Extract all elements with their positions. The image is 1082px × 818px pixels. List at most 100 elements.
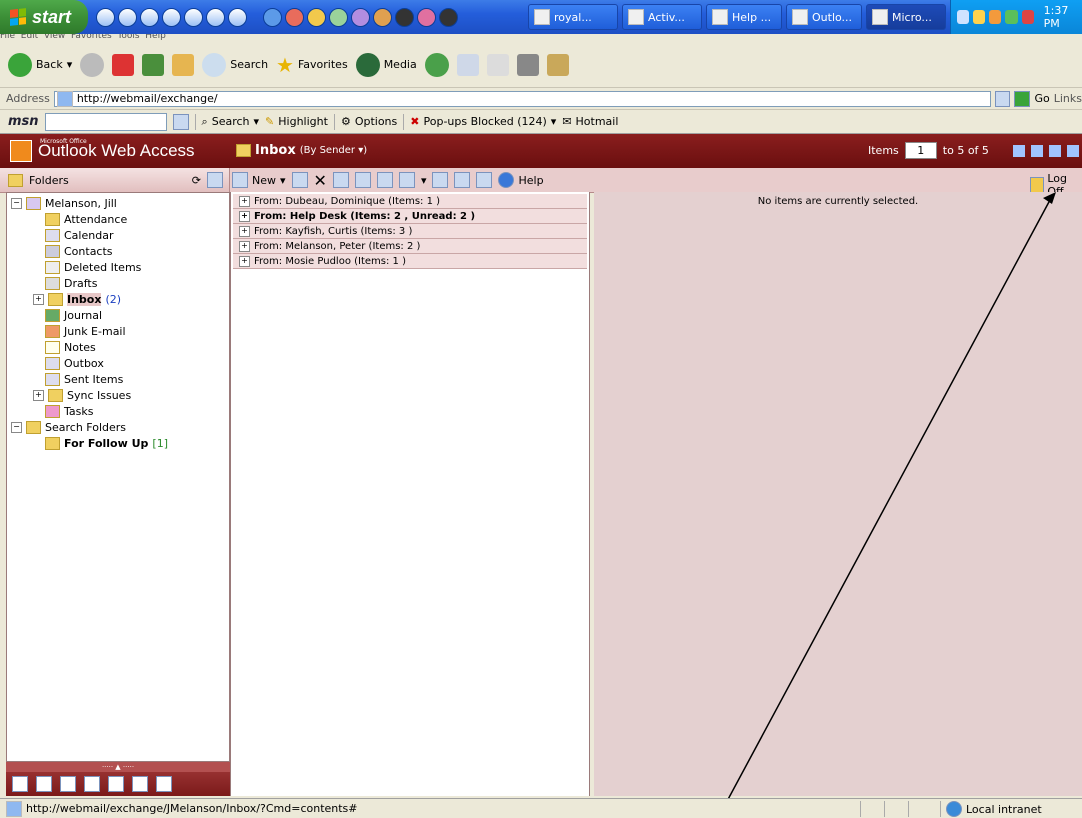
- folder-item[interactable]: Notes: [45, 339, 96, 355]
- check-names-icon[interactable]: [432, 172, 449, 188]
- print-icon[interactable]: [486, 53, 509, 76]
- app-icon[interactable]: [439, 7, 458, 27]
- folder-item-follow-up[interactable]: For Follow Up [1]: [45, 435, 168, 451]
- app-icon[interactable]: [417, 7, 436, 27]
- expand-toggle[interactable]: +: [33, 293, 44, 305]
- expand-toggle[interactable]: +: [239, 195, 250, 207]
- app-icon[interactable]: [395, 7, 414, 27]
- new-button[interactable]: New ▾: [232, 172, 286, 188]
- tray-icon[interactable]: [973, 10, 986, 24]
- folder-item[interactable]: Drafts: [45, 275, 97, 291]
- popups-blocked-button[interactable]: ✖ Pop-ups Blocked (124) ▾: [410, 115, 556, 128]
- tasks-icon[interactable]: [84, 776, 100, 792]
- forward-button[interactable]: [80, 52, 105, 77]
- list-item[interactable]: + From: Dubeau, Dominique (Items: 1 ): [233, 194, 587, 209]
- page-input[interactable]: 1: [904, 142, 937, 159]
- mail-icon[interactable]: [12, 776, 28, 792]
- reply-all-icon[interactable]: [354, 172, 371, 188]
- tray-icon[interactable]: [989, 10, 1002, 24]
- folder-item[interactable]: Sent Items: [45, 371, 123, 387]
- mail-icon[interactable]: [456, 53, 479, 76]
- move-icon[interactable]: [291, 172, 308, 188]
- start-button[interactable]: start: [0, 0, 88, 34]
- highlight-button[interactable]: ✎ Highlight: [265, 115, 328, 128]
- taskbar-item[interactable]: Activ...: [622, 4, 702, 30]
- go-button[interactable]: Go: [1014, 90, 1050, 107]
- collapse-toggle[interactable]: −: [11, 421, 22, 433]
- msn-dropdown[interactable]: [172, 113, 189, 130]
- help-button[interactable]: Help: [498, 172, 544, 188]
- prev-page-icon[interactable]: [1030, 144, 1043, 157]
- expand-toggle[interactable]: +: [239, 225, 250, 237]
- home-icon[interactable]: [172, 53, 195, 76]
- folder-item[interactable]: Calendar: [45, 227, 113, 243]
- address-dropdown[interactable]: [994, 90, 1011, 107]
- folder-item[interactable]: Contacts: [45, 243, 113, 259]
- tray-icon[interactable]: [1005, 10, 1018, 24]
- tray-icon[interactable]: [957, 10, 970, 24]
- app-icon[interactable]: [307, 7, 326, 27]
- first-page-icon[interactable]: [1012, 144, 1025, 157]
- media-button[interactable]: Media: [355, 52, 417, 77]
- folder-item[interactable]: Journal: [45, 307, 102, 323]
- ie-icon[interactable]: [263, 7, 282, 27]
- folder-root[interactable]: − Melanson, Jill: [11, 195, 117, 211]
- links-label[interactable]: Links: [1054, 92, 1082, 105]
- folder-item[interactable]: Outbox: [45, 355, 104, 371]
- taskbar-item[interactable]: Outlo...: [786, 4, 862, 30]
- favorites-button[interactable]: ★ Favorites: [276, 53, 348, 77]
- calendar-icon[interactable]: [36, 776, 52, 792]
- expand-toggle[interactable]: +: [239, 255, 250, 267]
- folder-item[interactable]: Deleted Items: [45, 259, 141, 275]
- folder-item[interactable]: + Sync Issues: [33, 387, 131, 403]
- msn-search-input[interactable]: [44, 112, 167, 131]
- find-icon[interactable]: [454, 172, 471, 188]
- app-icon[interactable]: [373, 7, 392, 27]
- view-mode-dropdown[interactable]: (By Sender ▾): [300, 145, 367, 156]
- app-icon[interactable]: [351, 7, 370, 27]
- expand-toggle[interactable]: +: [239, 210, 250, 222]
- reply-icon[interactable]: [332, 172, 349, 188]
- folder-search-root[interactable]: − Search Folders: [11, 419, 126, 435]
- list-item[interactable]: + From: Help Desk (Items: 2 , Unread: 2 ): [233, 209, 587, 224]
- msn-search-button[interactable]: ⌕ Search ▾: [202, 115, 260, 129]
- media-control-icon[interactable]: [206, 7, 225, 27]
- messenger-icon[interactable]: [546, 53, 569, 76]
- tray-icon[interactable]: [1021, 10, 1034, 24]
- media-control-icon[interactable]: [162, 7, 181, 27]
- forward-icon[interactable]: [376, 172, 393, 188]
- refresh-icon[interactable]: ⟳: [192, 174, 201, 187]
- folder-item[interactable]: Junk E-mail: [45, 323, 126, 339]
- delete-icon[interactable]: ✕: [314, 171, 327, 190]
- media-control-icon[interactable]: [228, 7, 247, 27]
- history-icon[interactable]: [424, 52, 449, 77]
- list-item[interactable]: + From: Kayfish, Curtis (Items: 3 ): [233, 224, 587, 239]
- media-control-icon[interactable]: [96, 7, 115, 27]
- collapse-icon[interactable]: [207, 172, 223, 188]
- media-control-icon[interactable]: [118, 7, 137, 27]
- expand-toggle[interactable]: +: [239, 240, 250, 252]
- hotmail-button[interactable]: ✉ Hotmail: [562, 115, 618, 128]
- folder-item[interactable]: Attendance: [45, 211, 127, 227]
- taskbar-item[interactable]: Help ...: [706, 4, 782, 30]
- view-icon[interactable]: [398, 172, 415, 188]
- list-item[interactable]: + From: Melanson, Peter (Items: 2 ): [233, 239, 587, 254]
- folders-icon[interactable]: [132, 776, 148, 792]
- app-icon[interactable]: [329, 7, 348, 27]
- folder-item-inbox[interactable]: + Inbox (2): [33, 291, 121, 307]
- options-button[interactable]: ⚙ Options: [341, 115, 397, 128]
- resize-grip[interactable]: ····· ▲ ·····: [6, 762, 230, 772]
- search-button[interactable]: Search: [202, 52, 268, 77]
- expand-toggle[interactable]: +: [33, 389, 44, 401]
- options-icon[interactable]: [156, 776, 172, 792]
- contacts-icon[interactable]: [60, 776, 76, 792]
- next-page-icon[interactable]: [1048, 144, 1061, 157]
- collapse-toggle[interactable]: −: [11, 197, 22, 209]
- app-icon[interactable]: [285, 7, 304, 27]
- msn-logo[interactable]: msn: [8, 114, 39, 129]
- last-page-icon[interactable]: [1066, 144, 1079, 157]
- taskbar-item[interactable]: Micro...: [866, 4, 946, 30]
- media-control-icon[interactable]: [140, 7, 159, 27]
- public-folders-icon[interactable]: [108, 776, 124, 792]
- back-button[interactable]: Back ▾: [8, 52, 72, 77]
